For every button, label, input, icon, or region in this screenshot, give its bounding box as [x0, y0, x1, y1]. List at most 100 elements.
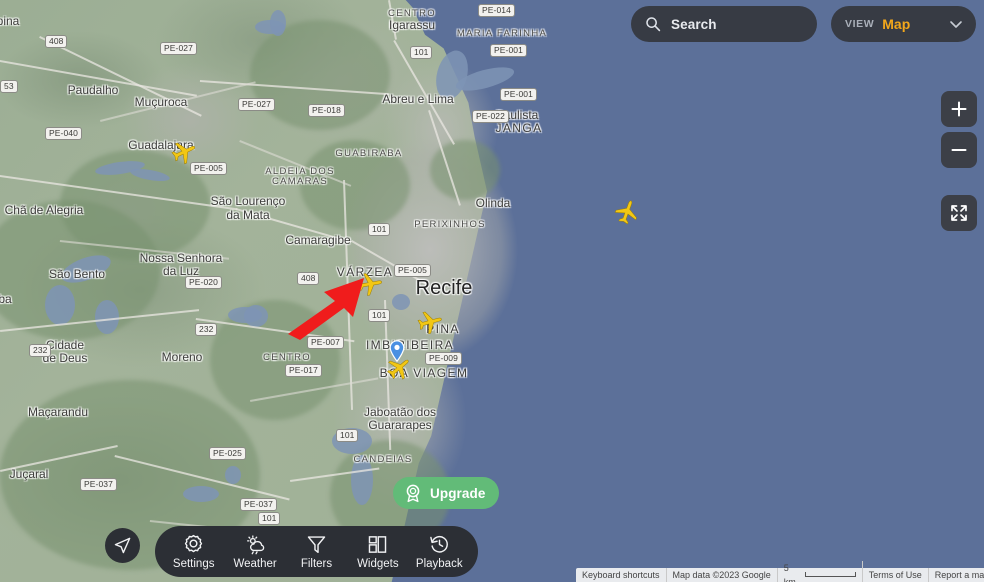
map-road-shield: PE-009: [425, 352, 462, 365]
toolbar-item-playback[interactable]: Playback: [409, 534, 469, 570]
map-place-label: São Bento: [48, 267, 106, 281]
map-place-label: Igarassu: [388, 18, 436, 32]
badge-icon: [403, 483, 423, 503]
map-road-shield: PE-014: [478, 4, 515, 17]
map-place-label: PERIXINHOS: [414, 219, 486, 230]
weather-icon: [245, 534, 266, 555]
toolbar-item-filters[interactable]: Filters: [286, 534, 346, 570]
fullscreen-button[interactable]: [941, 195, 977, 231]
flightradar-app: pina CENTRO Igarassu MARIA FARINHA Paudalho M…: [0, 0, 984, 582]
view-selector[interactable]: VIEW Map: [831, 6, 976, 42]
report-map-error-link[interactable]: Report a map error: [929, 568, 984, 582]
map-place-label: Maçarandu: [27, 405, 89, 419]
toolbar-item-widgets[interactable]: Widgets: [348, 534, 408, 570]
search-placeholder-text: Search: [671, 16, 717, 32]
map-road-shield: 101: [258, 512, 281, 525]
map-road-shield: PE-027: [238, 98, 275, 111]
map-road-shield: PE-018: [308, 104, 345, 117]
view-selector-label: VIEW: [845, 18, 875, 30]
map-place-label: Abreu e Lima: [382, 92, 454, 106]
map-road-shield: PE-037: [240, 498, 277, 511]
widgets-icon: [367, 534, 388, 555]
aircraft-icon[interactable]: [610, 195, 643, 228]
map-place-label: Nossa Senhora: [139, 251, 223, 265]
view-selector-value: Map: [882, 16, 911, 32]
map-place-label: Recife: [415, 277, 473, 299]
funnel-icon: [306, 534, 327, 555]
map-data-copyright: Map data ©2023 Google: [667, 568, 778, 582]
map-lake: [392, 294, 410, 310]
map-road-shield: PE-007: [307, 336, 344, 349]
map-place-label: da Mata: [226, 208, 270, 222]
keyboard-shortcuts-link[interactable]: Keyboard shortcuts: [576, 568, 667, 582]
zoom-in-button[interactable]: [941, 91, 977, 127]
map-place-label: Muçuroca: [134, 95, 188, 109]
toolbar-label-playback: Playback: [415, 557, 463, 570]
map-place-label: Jaboatão dos: [363, 405, 437, 419]
navigation-arrow-icon: [114, 537, 131, 554]
map-lake: [45, 285, 75, 325]
map-place-label: Moreno: [161, 350, 203, 364]
aircraft-icon[interactable]: [355, 269, 385, 299]
map-lake: [183, 486, 219, 502]
upgrade-label: Upgrade: [430, 485, 486, 501]
toolbar-label-widgets: Widgets: [357, 557, 399, 570]
chevron-down-icon: [948, 16, 964, 32]
map-place-label: Cidade: [45, 338, 85, 352]
map-place-label: CAMARAS: [271, 176, 329, 187]
search-icon: [645, 16, 661, 32]
toolbar-item-weather[interactable]: Weather: [225, 534, 285, 570]
map-attribution-bar: Keyboard shortcuts Map data ©2023 Google…: [576, 561, 984, 582]
gear-icon: [183, 534, 204, 555]
map-location-pin[interactable]: [389, 340, 405, 363]
toolbar-item-settings[interactable]: Settings: [164, 534, 224, 570]
map-scale: 5 km: [778, 561, 863, 582]
map-road-shield: PE-025: [209, 447, 246, 460]
map-road-shield: PE-017: [285, 364, 322, 377]
upgrade-button[interactable]: Upgrade: [393, 477, 500, 509]
map-road-shield: 101: [368, 223, 391, 236]
terms-of-use-link[interactable]: Terms of Use: [863, 568, 929, 582]
map-place-label: JANGA: [495, 121, 543, 135]
map-scale-label: 5 km: [783, 563, 796, 582]
map-road-shield: PE-022: [472, 110, 509, 123]
plus-icon: [951, 101, 967, 117]
map-road-shield: 408: [45, 35, 68, 48]
map-place-label: MARIA FARINHA: [456, 28, 548, 39]
bottom-toolbar: Settings Weather Filters Widgets Playbac…: [155, 526, 478, 577]
map-road-shield: PE-040: [45, 127, 82, 140]
map-place-label: Chã de Alegria: [4, 203, 84, 217]
map-place-label: Camaragibe: [285, 233, 351, 247]
map-road-shield: PE-037: [80, 478, 117, 491]
map-road-shield: 232: [29, 344, 52, 357]
locate-me-button[interactable]: [105, 528, 140, 563]
map-lake: [270, 10, 286, 36]
map-road-shield: 101: [410, 46, 433, 59]
zoom-out-button[interactable]: [941, 132, 977, 168]
map-lake: [244, 305, 268, 327]
map-place-label: CANDEIAS: [353, 454, 413, 465]
map-road-shield: 408: [297, 272, 320, 285]
history-clock-icon: [429, 534, 450, 555]
search-input[interactable]: Search: [631, 6, 817, 42]
map-place-label: CENTRO: [263, 352, 311, 363]
map-road-shield: PE-005: [394, 264, 431, 277]
map-place-label: IMBIRIBEIRA: [365, 338, 455, 352]
toolbar-label-settings: Settings: [172, 557, 215, 570]
expand-icon: [951, 205, 967, 221]
map-scale-bar: [805, 572, 856, 577]
toolbar-label-filters: Filters: [300, 557, 333, 570]
map-road-shield: PE-001: [500, 88, 537, 101]
map-road-shield: PE-027: [160, 42, 197, 55]
map-road-shield: PE-005: [190, 162, 227, 175]
map-road-shield: 101: [368, 309, 391, 322]
map-road-shield: 101: [336, 429, 359, 442]
map-place-label: ba: [0, 292, 12, 306]
map-road-shield: PE-020: [185, 276, 222, 289]
toolbar-label-weather: Weather: [233, 557, 277, 570]
map-lake: [225, 466, 241, 484]
map-road-shield: PE-001: [490, 44, 527, 57]
map-place-label: Olinda: [475, 196, 511, 210]
map-road-shield: 53: [0, 80, 18, 93]
map-place-label: Guararapes: [368, 418, 432, 432]
